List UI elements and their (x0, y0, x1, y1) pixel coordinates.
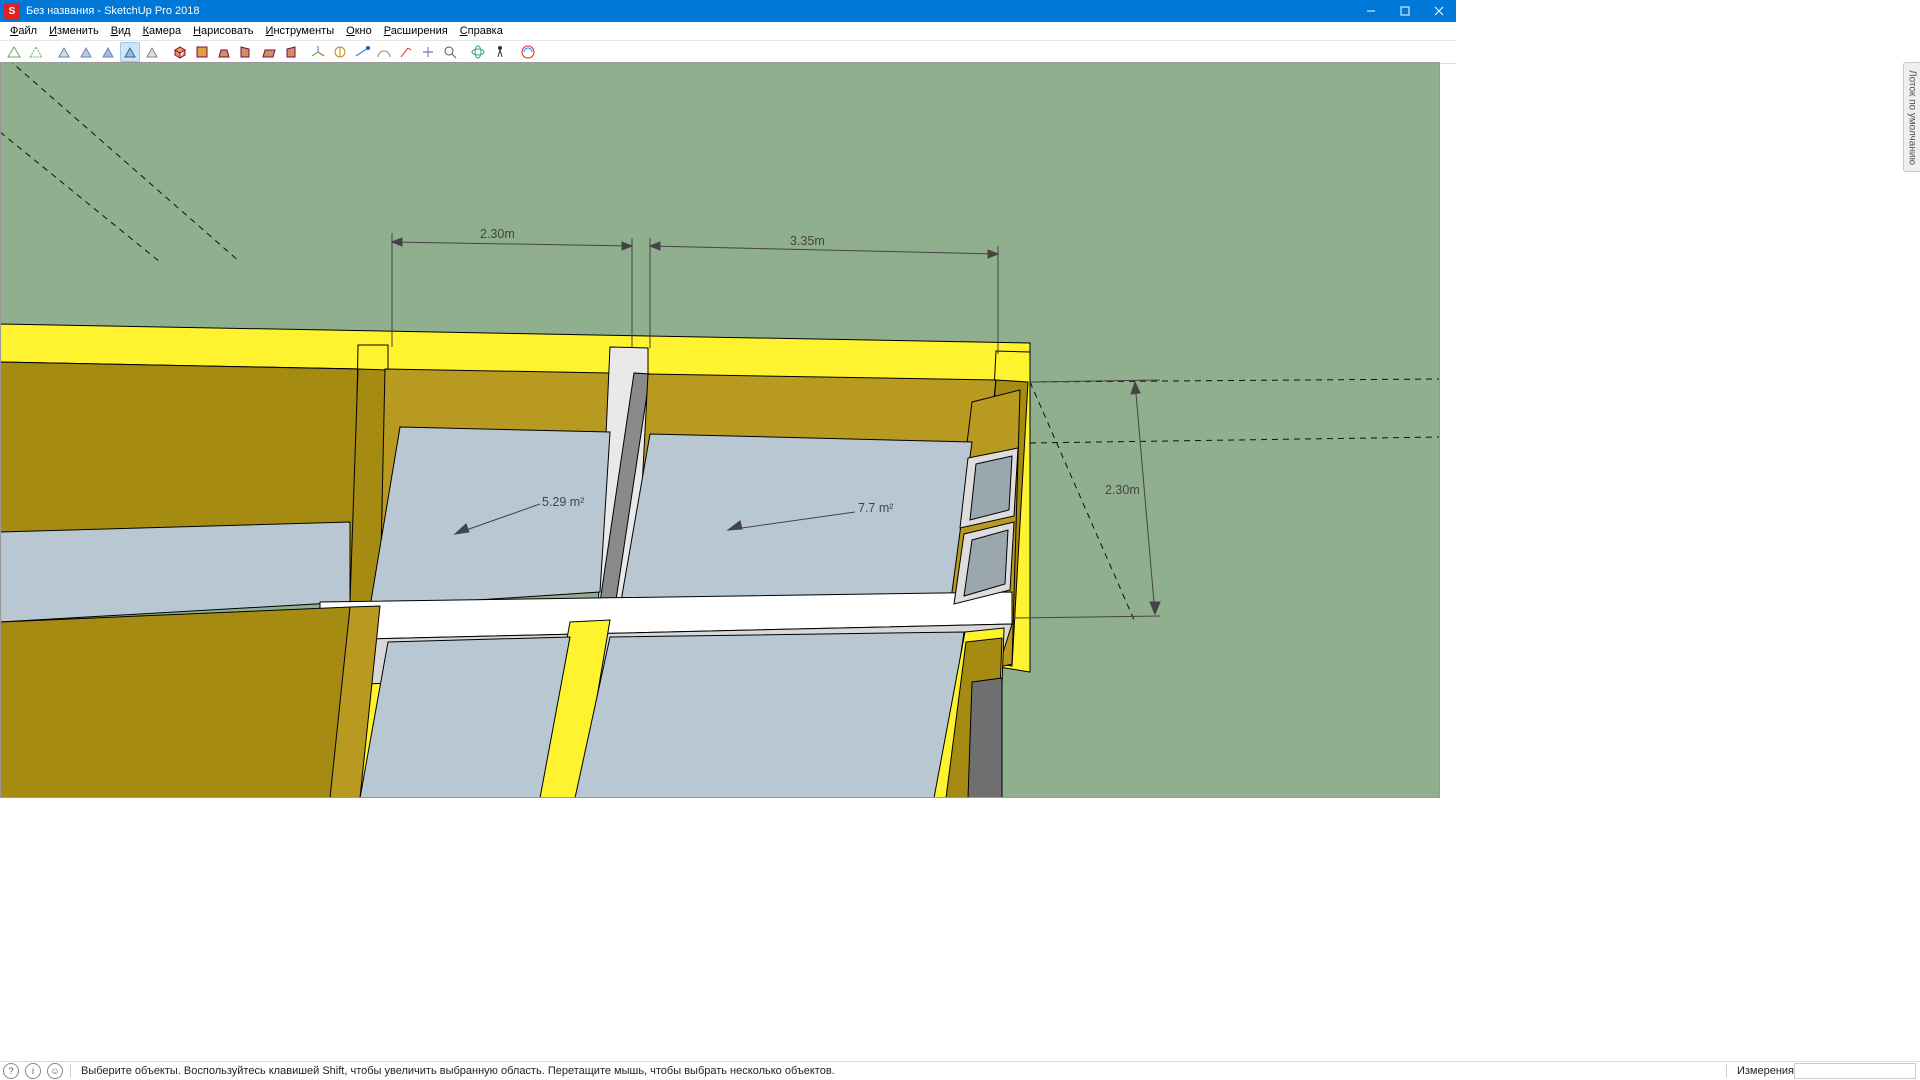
search-icon[interactable] (440, 42, 460, 62)
area-left: 5.29 m² (542, 495, 584, 509)
menu-view[interactable]: Вид (105, 24, 137, 38)
tape-icon[interactable] (330, 42, 350, 62)
left-icon[interactable] (280, 42, 300, 62)
back-icon[interactable] (258, 42, 278, 62)
app-icon: S (4, 3, 20, 19)
measure-label: Измерения (1731, 1065, 1794, 1077)
menubar: Файл Изменить Вид Камера Нарисовать Инст… (0, 22, 1456, 41)
orbit-icon[interactable] (468, 42, 488, 62)
window-title: Без названия - SketchUp Pro 2018 (24, 5, 200, 17)
info-icon[interactable]: i (25, 1063, 41, 1079)
status-hint: Выберите объекты. Воспользуйтесь клавише… (75, 1065, 835, 1077)
menu-draw[interactable]: Нарисовать (187, 24, 259, 38)
menu-tools[interactable]: Инструменты (260, 24, 341, 38)
menu-window[interactable]: Окно (340, 24, 378, 38)
tray-tab[interactable]: Лоток по умолчанию (1903, 62, 1920, 172)
style-textured-icon[interactable] (120, 42, 140, 62)
style-shaded2-icon[interactable] (76, 42, 96, 62)
maximize-button[interactable] (1388, 0, 1422, 22)
minimize-button[interactable] (1354, 0, 1388, 22)
top-icon[interactable] (192, 42, 212, 62)
menu-extensions[interactable]: Расширения (378, 24, 454, 38)
dimension-icon[interactable] (352, 42, 372, 62)
axes-icon[interactable] (308, 42, 328, 62)
dim-side: 2.30m (1105, 483, 1140, 497)
style-mono-icon[interactable] (142, 42, 162, 62)
style-wire-icon[interactable] (4, 42, 24, 62)
style-hidden-icon[interactable] (26, 42, 46, 62)
user-icon[interactable]: ☺ (47, 1063, 63, 1079)
menu-edit[interactable]: Изменить (43, 24, 105, 38)
titlebar: S Без названия - SketchUp Pro 2018 (0, 0, 1456, 22)
menu-file[interactable]: Файл (4, 24, 43, 38)
right-icon[interactable] (236, 42, 256, 62)
menu-camera[interactable]: Камера (137, 24, 187, 38)
walk-icon[interactable] (490, 42, 510, 62)
dim-top-right: 3.35m (790, 234, 825, 248)
menu-help[interactable]: Справка (454, 24, 509, 38)
text-icon[interactable] (396, 42, 416, 62)
help-icon[interactable]: ? (3, 1063, 19, 1079)
style-shaded-icon[interactable] (54, 42, 74, 62)
protractor-icon[interactable] (374, 42, 394, 62)
statusbar: ? i ☺ Выберите объекты. Воспользуйтесь к… (0, 1061, 1920, 1080)
style-shaded3-icon[interactable] (98, 42, 118, 62)
close-button[interactable] (1422, 0, 1456, 22)
iso-icon[interactable] (170, 42, 190, 62)
center-icon[interactable] (418, 42, 438, 62)
viewport[interactable]: 2.30m 3.35m 2.30m 5.29 m² 7.7 m² (0, 62, 1920, 1062)
toolbar (0, 41, 1456, 64)
warehouse-icon[interactable] (518, 42, 538, 62)
front-icon[interactable] (214, 42, 234, 62)
area-right: 7.7 m² (858, 501, 893, 515)
measure-input[interactable] (1794, 1063, 1916, 1079)
dim-top-left: 2.30m (480, 227, 515, 241)
